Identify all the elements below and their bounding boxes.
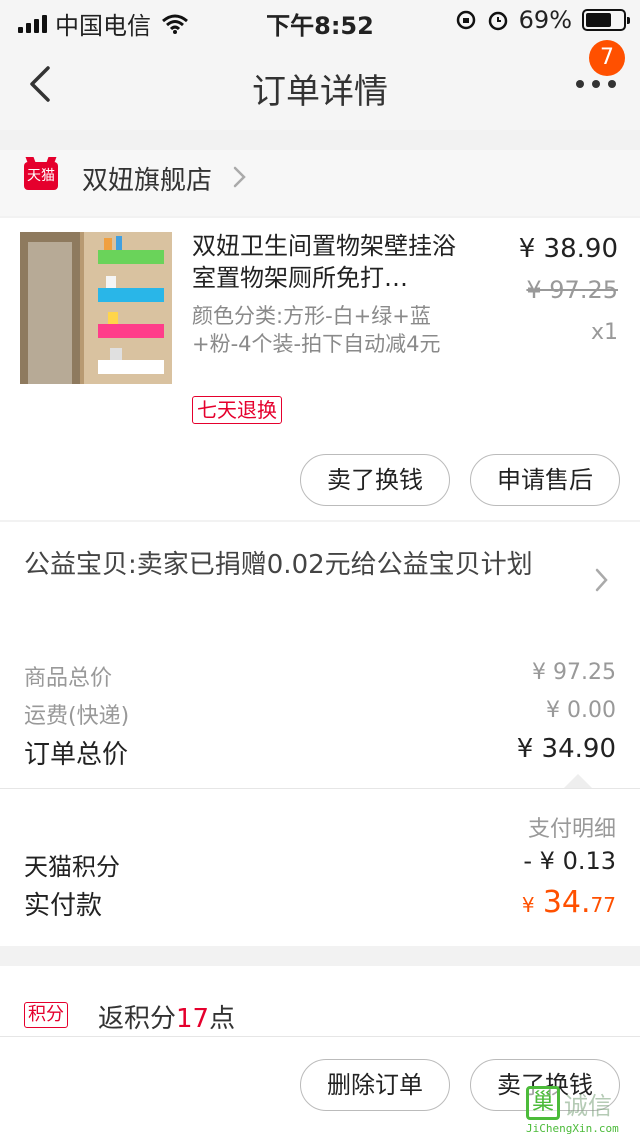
orientation-lock-icon	[456, 10, 475, 30]
points-reward-row: 积分 返积分17点	[0, 966, 640, 1036]
battery-percent: 69%	[518, 6, 572, 34]
watermark-url: JiChengXin.com	[526, 1122, 619, 1135]
tmall-points-row: 天猫积分 - ¥ 0.13	[24, 847, 616, 882]
shop-name[interactable]: 双妞旗舰店	[82, 160, 212, 197]
shipping-label: 运费(快递)	[24, 704, 130, 729]
more-dots-icon[interactable]	[574, 74, 618, 94]
goods-total-row: 商品总价 ¥ 97.25	[24, 660, 616, 692]
product-sku: 颜色分类:方形-白+绿+蓝+粉-4个装-拍下自动减4元	[192, 304, 441, 356]
apply-aftersale-button[interactable]: 申请售后	[470, 454, 620, 506]
delete-order-button[interactable]: 删除订单	[300, 1059, 450, 1111]
nav-bar: 订单详情 7	[0, 40, 640, 130]
chevron-right-icon	[233, 166, 246, 188]
paid-amount: ¥ 34.77	[521, 885, 616, 920]
goods-total-value: ¥ 97.25	[532, 660, 616, 685]
charity-row[interactable]: 公益宝贝:卖家已捐赠0.02元给公益宝贝计划	[0, 522, 640, 640]
order-total-label: 订单总价	[24, 740, 129, 770]
charity-text: 公益宝贝:卖家已捐赠0.02元给公益宝贝计划	[24, 550, 533, 580]
product-thumbnail[interactable]	[20, 232, 172, 384]
order-total-row: 订单总价 ¥ 34.90	[24, 734, 616, 771]
battery-fill	[586, 13, 611, 27]
shipping-row: 运费(快递) ¥ 0.00	[24, 698, 616, 730]
watermark-text: 诚信	[564, 1092, 612, 1120]
tmall-points-value: - ¥ 0.13	[523, 847, 616, 875]
shipping-value: ¥ 0.00	[546, 698, 616, 723]
product-image	[20, 232, 172, 384]
chevron-right-icon	[595, 568, 608, 592]
paid-row: 实付款 ¥ 34.77	[24, 885, 616, 922]
page-title: 订单详情	[252, 72, 388, 112]
sell-for-cash-button[interactable]: 卖了换钱	[300, 454, 450, 506]
alarm-icon	[488, 11, 507, 31]
tmall-logo-icon: 天猫	[24, 162, 58, 190]
seven-day-return-tag: 七天退换	[192, 396, 282, 424]
product-original-price: ¥ 97.25	[526, 276, 618, 304]
payment-detail-link[interactable]: 支付明细	[528, 811, 616, 843]
points-tag: 积分	[24, 1002, 68, 1028]
watermark-logo-icon: 巢	[526, 1086, 560, 1120]
points-reward-number: 17	[176, 1004, 210, 1034]
status-bar: 中国电信 下午8:52 69%	[0, 0, 640, 40]
tmall-points-label: 天猫积分	[24, 853, 120, 881]
paid-label: 实付款	[24, 891, 103, 921]
goods-total-label: 商品总价	[24, 666, 113, 691]
points-reward-text: 返积分17点	[98, 1004, 236, 1034]
payment-detail: 支付明细 天猫积分 - ¥ 0.13 实付款 ¥ 34.77	[0, 788, 640, 946]
product-quantity: x1	[590, 320, 618, 345]
watermark: 巢 诚信 JiChengXin.com	[520, 1084, 636, 1135]
product-price: ¥ 38.90	[518, 234, 618, 264]
battery-icon	[582, 9, 630, 31]
order-total-value: ¥ 34.90	[516, 734, 616, 764]
order-totals: 商品总价 ¥ 97.25 运费(快递) ¥ 0.00 订单总价 ¥ 34.90	[0, 640, 640, 788]
shop-row[interactable]: 天猫 双妞旗舰店	[0, 150, 640, 216]
product-card: 双妞卫生间置物架壁挂浴室置物架厕所免打… 颜色分类:方形-白+绿+蓝+粉-4个装…	[0, 218, 640, 520]
message-badge[interactable]: 7	[589, 40, 625, 76]
detail-notch	[564, 774, 592, 788]
product-name[interactable]: 双妞卫生间置物架壁挂浴室置物架厕所免打…	[192, 230, 472, 294]
